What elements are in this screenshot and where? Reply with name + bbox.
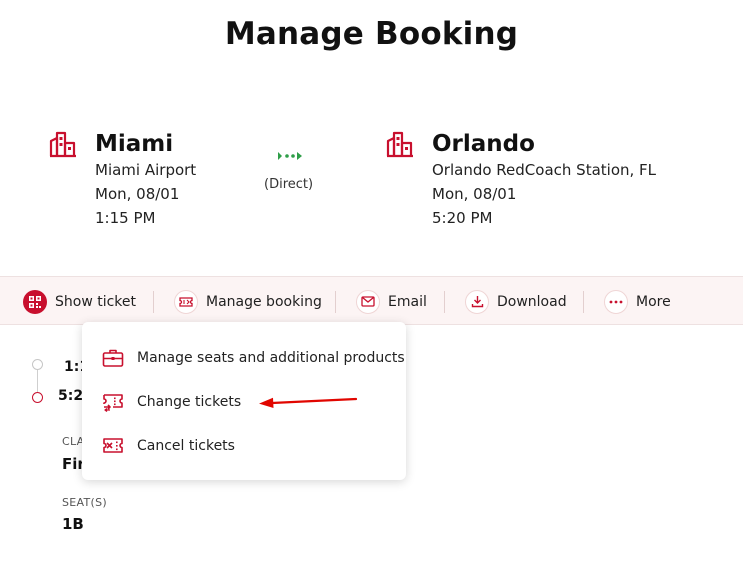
ticket-swap-icon [103,394,123,412]
toolbar-divider [153,291,154,313]
manage-booking-label: Manage booking [206,293,322,310]
show-ticket-label: Show ticket [55,293,137,310]
toolbar-divider [335,291,336,313]
manage-booking-button[interactable]: Manage booking [174,277,322,326]
download-label: Download [497,293,567,310]
menu-item-label: Cancel tickets [137,438,235,454]
timeline-end-dot [32,392,43,403]
qr-code-icon [23,289,47,314]
arrival-city: Orlando [432,131,535,157]
more-label: More [636,293,671,310]
toolbar-divider [444,291,445,313]
menu-item-label: Manage seats and additional products [137,350,405,366]
timeline-connector [37,370,38,392]
envelope-icon [356,289,380,314]
departure-station: Miami Airport [95,161,197,179]
ellipsis-icon [604,289,628,314]
city-buildings-icon [386,131,413,158]
email-label: Email [388,293,427,310]
departure-city: Miami [95,131,174,157]
ticket-edit-icon [174,289,198,314]
arrival-station: Orlando RedCoach Station, FL [432,161,657,179]
toolbar-divider [583,291,584,313]
seats-label: SEAT(S) [62,496,107,509]
more-button[interactable]: More [604,277,671,326]
ticket-cancel-icon [103,438,123,453]
menu-item-label: Change tickets [137,394,242,410]
show-ticket-button[interactable]: Show ticket [23,277,136,326]
arrival-time: 5:20 PM [432,209,493,227]
arrival-date: Mon, 08/01 [432,185,517,203]
annotation-arrow-icon [259,397,358,408]
menu-item-manage-seats[interactable]: Manage seats and additional products [82,338,406,378]
departure-time: 1:15 PM [95,209,156,227]
menu-item-cancel-tickets[interactable]: Cancel tickets [82,426,406,466]
page-title: Manage Booking [224,16,519,52]
timeline-start-dot [32,359,43,370]
booking-actions-toolbar: Show ticket Manage booking Email Downloa… [0,276,743,325]
download-button[interactable]: Download [465,277,567,326]
route-type: (Direct) [264,177,314,192]
city-buildings-icon [49,131,76,158]
seats-value: 1B [62,515,84,533]
timeline-arrive-time: 5:2 [58,388,84,404]
email-button[interactable]: Email [356,277,427,326]
briefcase-icon [102,349,124,367]
departure-date: Mon, 08/01 [95,185,180,203]
download-icon [465,289,489,314]
direct-route-icon [278,152,302,160]
